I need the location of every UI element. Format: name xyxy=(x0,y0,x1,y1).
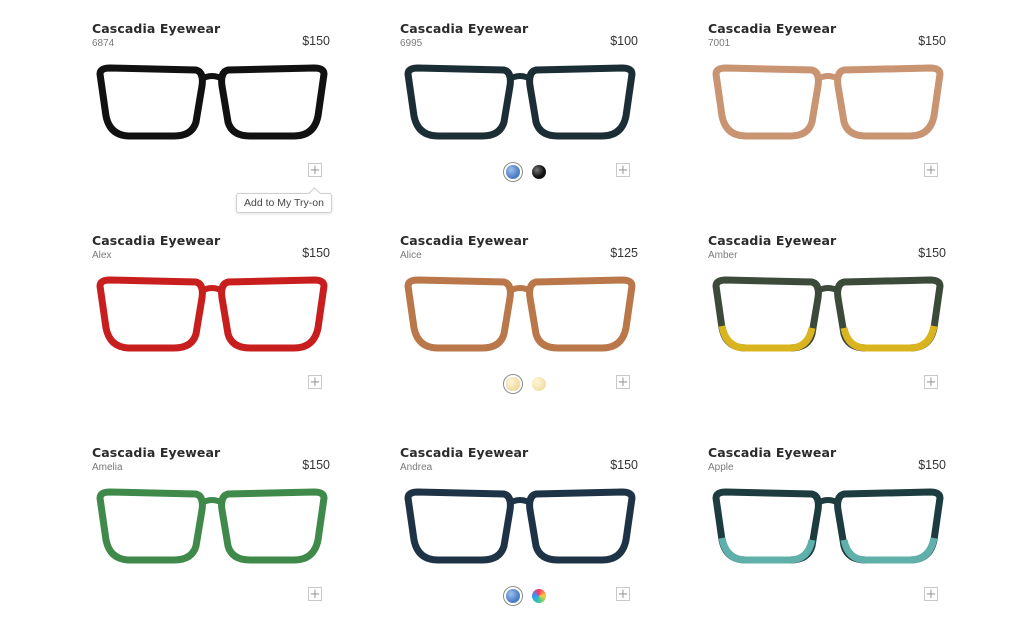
lens-right xyxy=(526,488,636,564)
lens-right xyxy=(834,276,944,352)
product-brand: Cascadia Eyewear xyxy=(92,233,221,248)
add-to-try-on-button[interactable]: + xyxy=(308,163,322,177)
lens-left xyxy=(96,276,206,352)
eyeglasses-image[interactable] xyxy=(92,480,332,580)
add-to-try-on-button[interactable]: + xyxy=(308,375,322,389)
product-card[interactable]: Cascadia Eyewear Amber $150 + xyxy=(708,212,948,412)
bridge xyxy=(814,497,842,507)
add-to-try-on-button[interactable]: + xyxy=(616,375,630,389)
product-card[interactable]: Cascadia Eyewear 6995 $100 + xyxy=(400,0,640,200)
bridge xyxy=(506,497,534,507)
eyeglasses-image[interactable] xyxy=(708,480,948,580)
lens-left xyxy=(404,488,514,564)
bridge xyxy=(506,285,534,295)
product-price: $150 xyxy=(610,458,638,472)
product-model: Andrea xyxy=(400,462,433,473)
color-swatches xyxy=(400,165,640,183)
lens-right xyxy=(218,276,328,352)
lens-left xyxy=(712,64,822,140)
product-model: Apple xyxy=(708,462,734,473)
bridge xyxy=(198,285,226,295)
product-price: $125 xyxy=(610,246,638,260)
lens-right xyxy=(834,64,944,140)
product-brand: Cascadia Eyewear xyxy=(92,445,221,460)
product-card[interactable]: Cascadia Eyewear Apple $150 + xyxy=(708,424,948,624)
eyeglasses-image[interactable] xyxy=(400,268,640,368)
product-grid: Cascadia Eyewear 6874 $150 + Cascadia Eyewe… xyxy=(0,0,1024,620)
product-model: Alex xyxy=(92,250,112,261)
lens-right xyxy=(526,64,636,140)
product-model: Alice xyxy=(400,250,422,261)
product-brand: Cascadia Eyewear xyxy=(708,445,837,460)
product-card[interactable]: Cascadia Eyewear Alex $150 + xyxy=(92,212,332,412)
blue-swatch[interactable] xyxy=(506,589,520,603)
eyeglasses-image[interactable] xyxy=(92,56,332,156)
color-swatches xyxy=(400,377,640,395)
lens-left xyxy=(404,276,514,352)
product-price: $100 xyxy=(610,34,638,48)
eyeglasses-image[interactable] xyxy=(400,480,640,580)
product-price: $150 xyxy=(302,246,330,260)
add-to-try-on-button[interactable]: + xyxy=(924,375,938,389)
eyeglasses-image[interactable] xyxy=(92,268,332,368)
bridge xyxy=(198,73,226,83)
product-card[interactable]: Cascadia Eyewear Amelia $150 + xyxy=(92,424,332,624)
product-brand: Cascadia Eyewear xyxy=(92,21,221,36)
light-gold-swatch[interactable] xyxy=(506,377,520,391)
product-brand: Cascadia Eyewear xyxy=(708,21,837,36)
blue-swatch[interactable] xyxy=(506,165,520,179)
bridge xyxy=(506,73,534,83)
try-on-tooltip: Add to My Try-on xyxy=(236,193,332,213)
product-brand: Cascadia Eyewear xyxy=(400,233,529,248)
add-to-try-on-button[interactable]: + xyxy=(616,587,630,601)
product-model: 6874 xyxy=(92,38,115,49)
product-price: $150 xyxy=(302,458,330,472)
product-brand: Cascadia Eyewear xyxy=(400,21,529,36)
lens-right xyxy=(526,276,636,352)
lens-left xyxy=(96,64,206,140)
multicolor-swatch[interactable] xyxy=(532,589,546,603)
lens-left xyxy=(712,488,822,564)
product-model: 6995 xyxy=(400,38,423,49)
product-model: 7001 xyxy=(708,38,731,49)
product-price: $150 xyxy=(302,34,330,48)
product-card[interactable]: Cascadia Eyewear Andrea $150 + xyxy=(400,424,640,624)
product-card[interactable]: Cascadia Eyewear 6874 $150 + xyxy=(92,0,332,200)
eyeglasses-image[interactable] xyxy=(400,56,640,156)
product-price: $150 xyxy=(918,246,946,260)
product-model: Amelia xyxy=(92,462,123,473)
lens-left xyxy=(96,488,206,564)
bridge xyxy=(814,73,842,83)
lens-left xyxy=(712,276,822,352)
product-brand: Cascadia Eyewear xyxy=(708,233,837,248)
add-to-try-on-button[interactable]: + xyxy=(924,587,938,601)
lens-right xyxy=(218,488,328,564)
black-swatch[interactable] xyxy=(532,165,546,179)
color-swatches xyxy=(400,589,640,607)
product-model: Amber xyxy=(708,250,738,261)
bridge xyxy=(814,285,842,295)
product-brand: Cascadia Eyewear xyxy=(400,445,529,460)
lens-right xyxy=(218,64,328,140)
product-price: $150 xyxy=(918,34,946,48)
bridge xyxy=(198,497,226,507)
add-to-try-on-button[interactable]: + xyxy=(308,587,322,601)
eyeglasses-image[interactable] xyxy=(708,56,948,156)
gold-swatch[interactable] xyxy=(532,377,546,391)
add-to-try-on-button[interactable]: + xyxy=(924,163,938,177)
product-price: $150 xyxy=(918,458,946,472)
eyeglasses-image[interactable] xyxy=(708,268,948,368)
add-to-try-on-button[interactable]: + xyxy=(616,163,630,177)
lens-left xyxy=(404,64,514,140)
product-card[interactable]: Cascadia Eyewear 7001 $150 + xyxy=(708,0,948,200)
lens-right xyxy=(834,488,944,564)
product-card[interactable]: Cascadia Eyewear Alice $125 + xyxy=(400,212,640,412)
